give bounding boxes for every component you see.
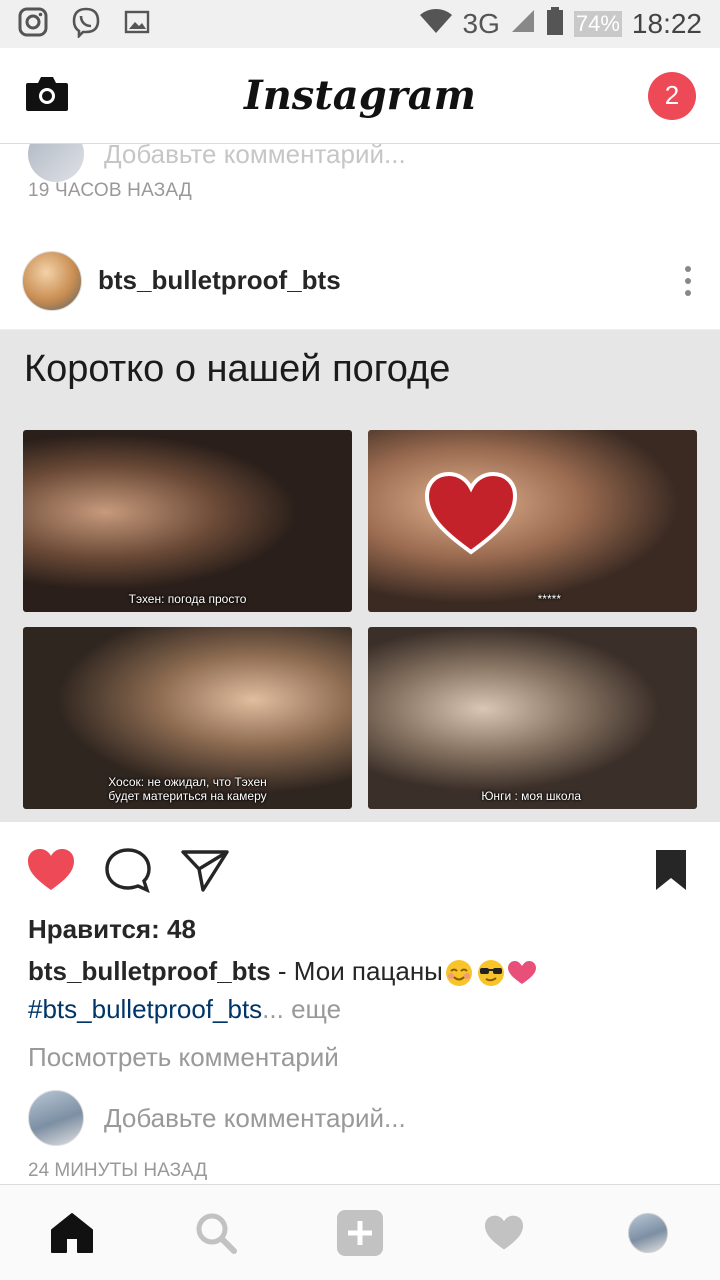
more-link[interactable]: ... еще — [262, 994, 341, 1024]
smiling-blush-emoji-icon — [445, 960, 472, 987]
hashtag-link[interactable]: #bts_bulletproof_bts — [28, 994, 262, 1024]
image-caption: Коротко о нашей погоде — [24, 348, 451, 390]
activity-heart-icon[interactable] — [474, 1203, 534, 1263]
post-caption: bts_bulletproof_bts - Мои пацаны — [28, 956, 537, 987]
frame-subtitle: Хосок: не ожидал, что Тэхен будет матери… — [108, 775, 267, 803]
home-icon[interactable] — [42, 1203, 102, 1263]
post-header: bts_bulletproof_bts — [0, 232, 720, 330]
image-frame: ***** — [368, 430, 697, 612]
user-avatar[interactable] — [22, 250, 82, 311]
frame-subtitle: ***** — [537, 592, 561, 606]
share-send-icon[interactable] — [180, 847, 230, 893]
frame-subtitle: Тэхен: погода просто — [128, 592, 247, 606]
camera-icon[interactable] — [24, 73, 70, 118]
previous-post-footer: Добавьте комментарий... 19 ЧАСОВ НАЗАД — [0, 144, 720, 232]
post-image[interactable]: Коротко о нашей погоде Тэхен: погода про… — [0, 330, 720, 822]
frame-subtitle: Юнги : моя школа — [481, 789, 581, 803]
post-timestamp: 24 МИНУТЫ НАЗАД — [28, 1160, 208, 1181]
avatar — [28, 144, 84, 182]
caption-username[interactable]: bts_bulletproof_bts — [28, 956, 271, 986]
more-options-icon[interactable] — [678, 265, 698, 296]
post-username[interactable]: bts_bulletproof_bts — [98, 265, 341, 296]
wifi-icon — [419, 8, 453, 41]
network-type: 3G — [462, 8, 500, 39]
battery-percent: 74% — [573, 11, 622, 37]
comment-placeholder: Добавьте комментарий... — [104, 144, 406, 169]
instagram-logo: Instagram — [244, 72, 476, 119]
profile-avatar-icon[interactable] — [618, 1203, 678, 1263]
instagram-icon — [18, 7, 48, 42]
notifications-badge[interactable]: 2 — [648, 71, 696, 120]
bookmark-icon[interactable] — [654, 848, 688, 892]
image-frame: Тэхен: погода просто — [23, 430, 352, 612]
avatar — [628, 1212, 668, 1253]
signal-icon — [510, 8, 536, 41]
gallery-icon — [124, 10, 150, 39]
avatar — [28, 1090, 84, 1146]
image-frame: Юнги : моя школа — [368, 627, 697, 809]
status-bar: 3G 74% 18:22 — [0, 0, 720, 48]
viber-icon — [70, 6, 102, 43]
pink-heart-emoji-icon — [507, 961, 536, 985]
view-comments-link[interactable]: Посмотреть комментарий — [28, 1042, 339, 1073]
add-comment[interactable]: Добавьте комментарий... — [28, 1090, 406, 1146]
post-actions — [0, 822, 720, 918]
bottom-navigation — [0, 1184, 720, 1280]
previous-add-comment[interactable]: Добавьте комментарий... — [28, 144, 406, 182]
post-timestamp: 19 ЧАСОВ НАЗАД — [28, 180, 192, 201]
caption-text: - Мои пацаны — [270, 956, 443, 986]
image-frame: Хосок: не ожидал, что Тэхен будет матери… — [23, 627, 352, 809]
sunglasses-emoji-icon — [477, 960, 504, 987]
battery-icon — [546, 6, 564, 42]
likes-count[interactable]: Нравится: 48 — [28, 914, 196, 945]
comment-icon[interactable] — [104, 847, 152, 893]
add-post-icon[interactable] — [330, 1203, 390, 1263]
clock: 18:22 — [631, 8, 702, 39]
like-heart-icon[interactable] — [26, 847, 76, 893]
heart-sticker-icon — [424, 471, 518, 555]
comment-placeholder: Добавьте комментарий... — [104, 1102, 406, 1133]
caption-hashtags: #bts_bulletproof_bts... еще — [28, 994, 341, 1025]
app-header: Instagram 2 — [0, 48, 720, 144]
search-icon[interactable] — [186, 1203, 246, 1263]
